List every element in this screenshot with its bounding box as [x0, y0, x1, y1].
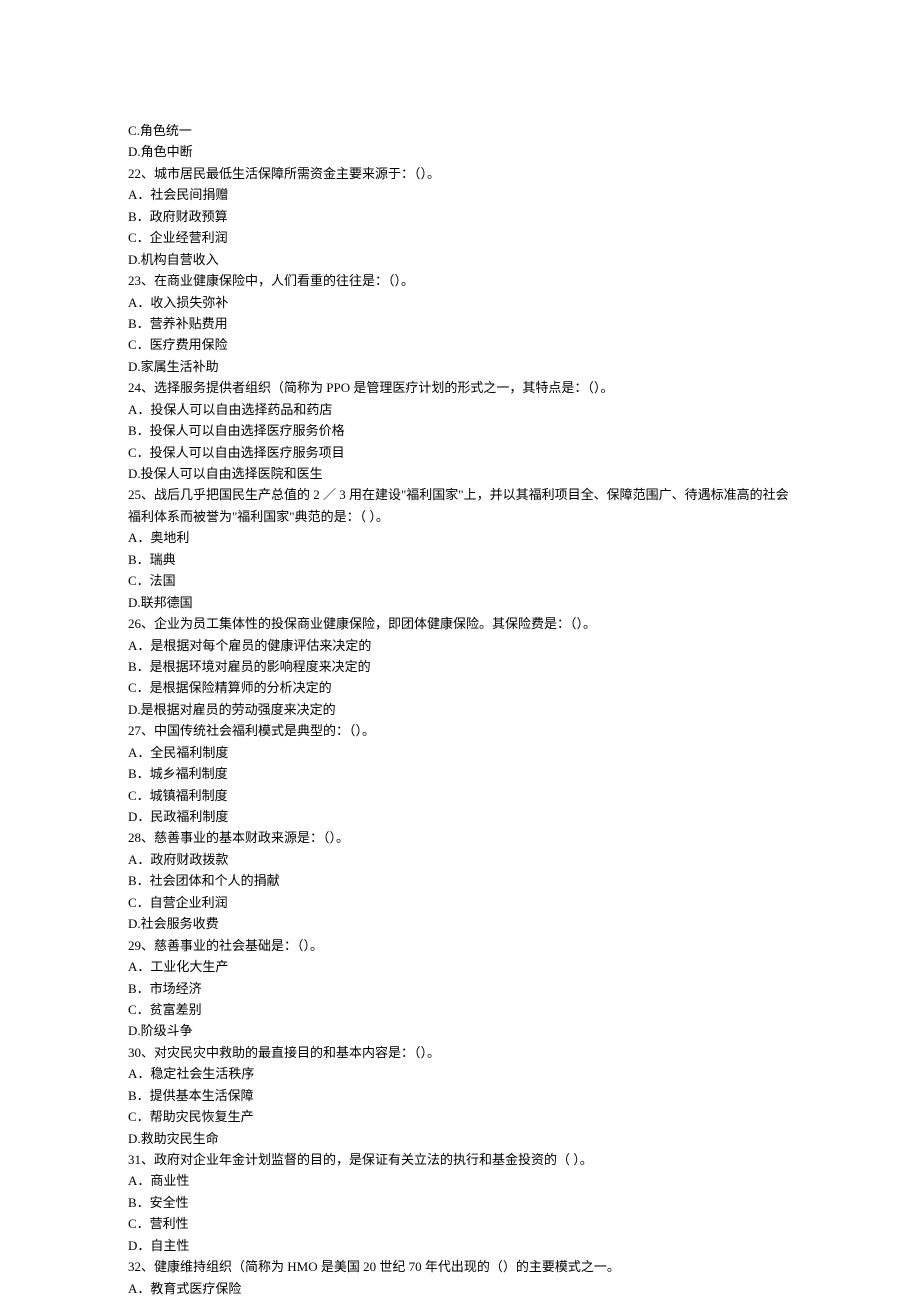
text-line: 28、慈善事业的基本财政来源是：（）。: [128, 827, 792, 848]
text-line: D．民政福利制度: [128, 806, 792, 827]
text-line: A．收入损失弥补: [128, 292, 792, 313]
text-line: 31、政府对企业年金计划监督的目的，是保证有关立法的执行和基金投资的（ ）。: [128, 1149, 792, 1170]
text-line: 26、企业为员工集体性的投保商业健康保险，即团体健康保险。其保险费是：（）。: [128, 613, 792, 634]
text-line: B．城乡福利制度: [128, 763, 792, 784]
text-line: A．是根据对每个雇员的健康评估来决定的: [128, 635, 792, 656]
text-line: A．奥地利: [128, 527, 792, 548]
text-line: 24、选择服务提供者组织（简称为 PPO 是管理医疗计划的形式之一，其特点是：（…: [128, 377, 792, 398]
text-line: C．企业经营利润: [128, 227, 792, 248]
text-line: D.角色中断: [128, 141, 792, 162]
text-line: 32、健康维持组织（简称为 HMO 是美国 20 世纪 70 年代出现的（）的主…: [128, 1256, 792, 1277]
text-line: A．社会民间捐赠: [128, 184, 792, 205]
text-line: C．医疗费用保险: [128, 334, 792, 355]
text-line: A．稳定社会生活秩序: [128, 1063, 792, 1084]
text-line: B．安全性: [128, 1192, 792, 1213]
text-line: C．贫富差别: [128, 999, 792, 1020]
text-line: C．帮助灾民恢复生产: [128, 1106, 792, 1127]
text-line: C．城镇福利制度: [128, 785, 792, 806]
text-line: C.角色统一: [128, 120, 792, 141]
text-line: D.机构自营收入: [128, 249, 792, 270]
text-line: C．自营企业利润: [128, 892, 792, 913]
text-line: A．政府财政拨款: [128, 849, 792, 870]
text-line: D.社会服务收费: [128, 913, 792, 934]
text-line: A．工业化大生产: [128, 956, 792, 977]
text-line: C．营利性: [128, 1213, 792, 1234]
text-line: 25、战后几乎把国民生产总值的 2 ／ 3 用在建设"福利国家"上，并以其福利项…: [128, 484, 792, 527]
text-line: A．投保人可以自由选择药品和药店: [128, 399, 792, 420]
text-line: C．是根据保险精算师的分析决定的: [128, 677, 792, 698]
text-line: 23、在商业健康保险中，人们看重的往往是：（）。: [128, 270, 792, 291]
document-content: C.角色统一 D.角色中断 22、城市居民最低生活保障所需资金主要来源于：（）。…: [128, 120, 792, 1299]
text-line: B．提供基本生活保障: [128, 1085, 792, 1106]
text-line: D.家属生活补助: [128, 356, 792, 377]
text-line: B．市场经济: [128, 978, 792, 999]
text-line: 30、对灾民灾中救助的最直接目的和基本内容是：（）。: [128, 1042, 792, 1063]
text-line: A．商业性: [128, 1170, 792, 1191]
text-line: 22、城市居民最低生活保障所需资金主要来源于：（）。: [128, 163, 792, 184]
text-line: C．投保人可以自由选择医疗服务项目: [128, 442, 792, 463]
text-line: C．法国: [128, 570, 792, 591]
text-line: 27、中国传统社会福利模式是典型的：（）。: [128, 720, 792, 741]
text-line: B．社会团体和个人的捐献: [128, 870, 792, 891]
text-line: A．教育式医疗保险: [128, 1278, 792, 1299]
text-line: B．投保人可以自由选择医疗服务价格: [128, 420, 792, 441]
text-line: 29、慈善事业的社会基础是：（）。: [128, 935, 792, 956]
text-line: D.联邦德国: [128, 592, 792, 613]
text-line: D.投保人可以自由选择医院和医生: [128, 463, 792, 484]
text-line: D．自主性: [128, 1235, 792, 1256]
text-line: B．是根据环境对雇员的影响程度来决定的: [128, 656, 792, 677]
text-line: A．全民福利制度: [128, 742, 792, 763]
text-line: D.阶级斗争: [128, 1020, 792, 1041]
text-line: D.是根据对雇员的劳动强度来决定的: [128, 699, 792, 720]
text-line: B．营养补贴费用: [128, 313, 792, 334]
text-line: D.救助灾民生命: [128, 1128, 792, 1149]
text-line: B．政府财政预算: [128, 206, 792, 227]
text-line: B．瑞典: [128, 549, 792, 570]
